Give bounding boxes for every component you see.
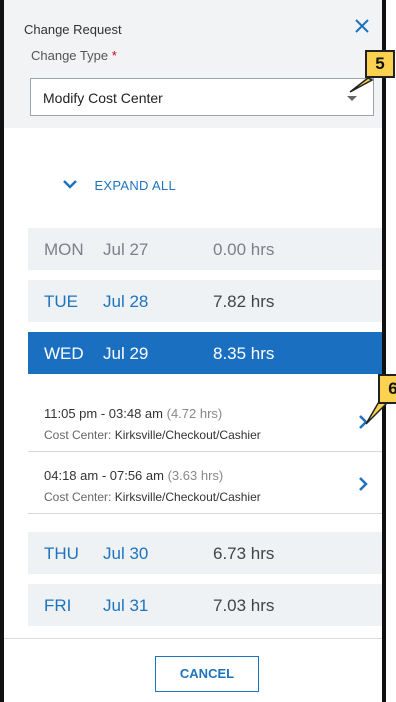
callout-badge-6: 6: [378, 374, 396, 404]
callout-badge-5: 5: [365, 50, 395, 78]
callout-pointer-5: [349, 77, 374, 93]
callout-pointers: [349, 77, 388, 425]
